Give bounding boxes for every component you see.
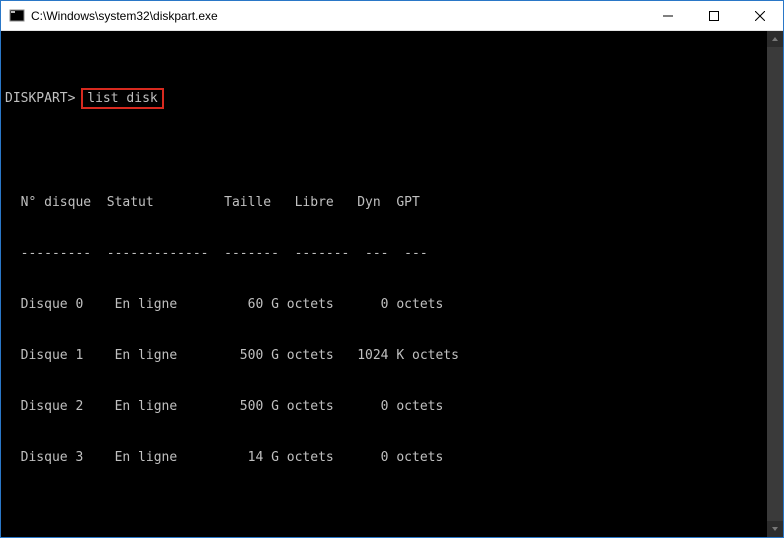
disk-table-header: N° disque Statut Taille Libre Dyn GPT	[5, 194, 783, 211]
console-area[interactable]: DISKPART> list disk N° disque Statut Tai…	[1, 31, 783, 537]
window-title: C:\Windows\system32\diskpart.exe	[31, 9, 218, 23]
scrollbar-track[interactable]	[767, 47, 783, 521]
disk-table-divider: --------- ------------- ------- ------- …	[5, 245, 783, 262]
scroll-down-button[interactable]	[767, 521, 783, 537]
maximize-button[interactable]	[691, 1, 737, 31]
scrollbar[interactable]	[767, 31, 783, 537]
cmd-list-disk: list disk	[81, 88, 163, 109]
close-button[interactable]	[737, 1, 783, 31]
blank-line	[5, 500, 783, 517]
prompt: DISKPART>	[5, 91, 75, 106]
table-row: Disque 1 En ligne 500 G octets 1024 K oc…	[5, 347, 783, 364]
scroll-up-button[interactable]	[767, 31, 783, 47]
table-row: Disque 2 En ligne 500 G octets 0 octets	[5, 398, 783, 415]
app-icon	[9, 8, 25, 24]
blank-line	[5, 143, 783, 160]
prompt-line: DISKPART> list disk	[5, 88, 783, 109]
scrollbar-thumb[interactable]	[767, 47, 783, 521]
window-titlebar: C:\Windows\system32\diskpart.exe	[1, 1, 783, 31]
table-row: Disque 3 En ligne 14 G octets 0 octets	[5, 449, 783, 466]
table-row: Disque 0 En ligne 60 G octets 0 octets	[5, 296, 783, 313]
minimize-button[interactable]	[645, 1, 691, 31]
